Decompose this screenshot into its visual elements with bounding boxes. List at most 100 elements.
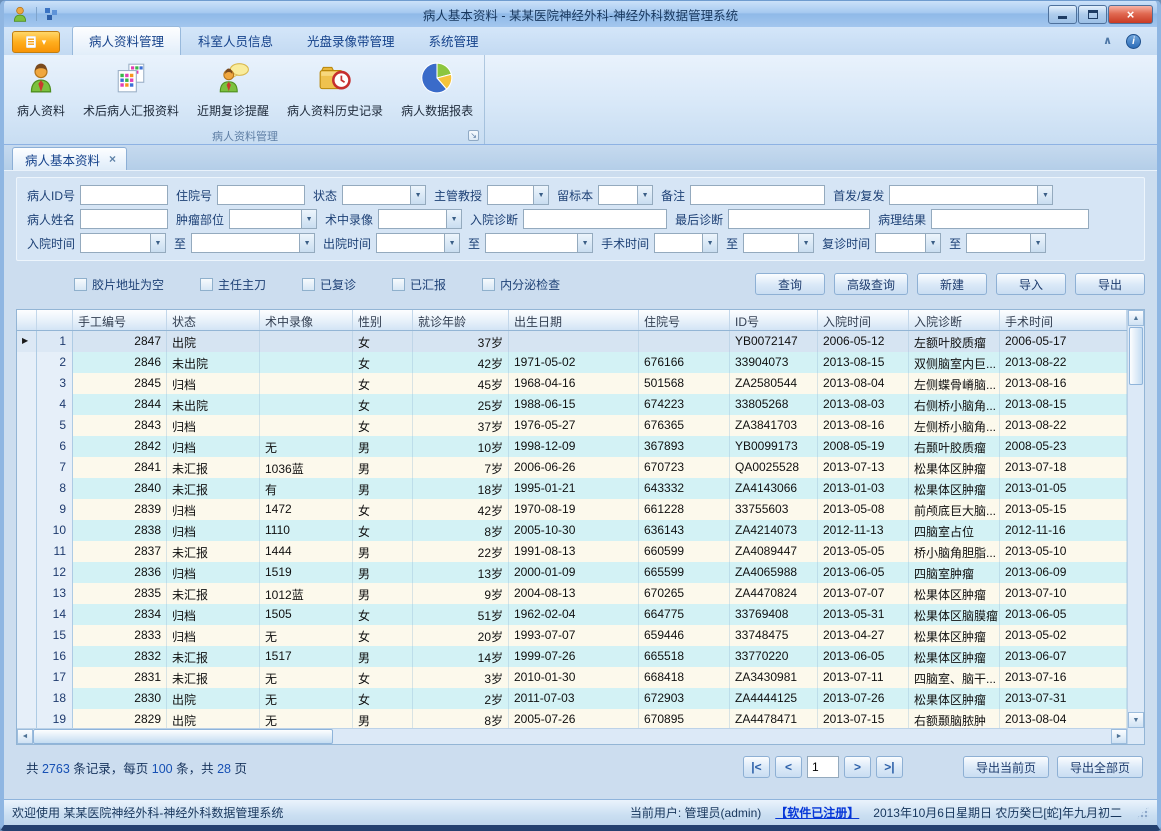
column-header-2[interactable]: 术中录像 <box>260 310 353 330</box>
table-row[interactable]: 32845归档女45岁1968-04-16501568ZA25805442013… <box>17 373 1127 394</box>
dropdown-arrow-icon[interactable]: ▼ <box>533 186 548 204</box>
ribbon-tab-patient-management[interactable]: 病人资料管理 <box>72 26 181 55</box>
dropdown-arrow-icon[interactable]: ▼ <box>702 234 717 252</box>
resize-grip-icon[interactable] <box>1136 806 1149 819</box>
final-diagnosis-input[interactable] <box>728 209 870 229</box>
export-all-pages-button[interactable]: 导出全部页 <box>1057 756 1143 778</box>
column-header-1[interactable]: 状态 <box>167 310 260 330</box>
pathology-result-input[interactable] <box>931 209 1089 229</box>
table-row[interactable]: 142834归档1505女51岁1962-02-0466477533769408… <box>17 604 1127 625</box>
checkbox-chief-surgeon[interactable]: 主任主刀 <box>200 276 266 293</box>
remarks-input[interactable] <box>690 185 825 205</box>
table-row[interactable]: 132835未汇报1012蓝男9岁2004-08-13670265ZA44708… <box>17 583 1127 604</box>
checkbox-box-icon[interactable] <box>200 278 213 291</box>
table-row[interactable]: 52843归档女37岁1976-05-27676365ZA38417032013… <box>17 415 1127 436</box>
table-row[interactable]: 122836归档1519男13岁2000-01-09665599ZA406598… <box>17 562 1127 583</box>
revisit-date-to-combo[interactable]: ▼ <box>966 233 1046 253</box>
revisit-date-from-combo[interactable]: ▼ <box>875 233 941 253</box>
discharge-date-to-combo[interactable]: ▼ <box>485 233 593 253</box>
table-row[interactable]: 152833归档无女20岁1993-07-0765944633748475201… <box>17 625 1127 646</box>
table-row[interactable]: 172831未汇报无女3岁2010-01-30668418ZA343098120… <box>17 667 1127 688</box>
admission-no-input[interactable] <box>217 185 305 205</box>
checkbox-box-icon[interactable] <box>74 278 87 291</box>
table-row[interactable]: 162832未汇报1517男14岁1999-07-266655183377022… <box>17 646 1127 667</box>
export-button[interactable]: 导出 <box>1075 273 1145 295</box>
ribbon-button-history-record[interactable]: 病人资料历史记录 <box>278 58 392 127</box>
table-row[interactable]: 92839归档1472女42岁1970-08-19661228337556032… <box>17 499 1127 520</box>
dropdown-arrow-icon[interactable]: ▼ <box>410 186 425 204</box>
minimize-button[interactable] <box>1048 5 1077 24</box>
horizontal-scroll-thumb[interactable] <box>33 729 333 744</box>
dropdown-arrow-icon[interactable]: ▼ <box>150 234 165 252</box>
table-row[interactable]: ▶12847出院女37岁YB00721472006-05-12左额叶胶质瘤200… <box>17 331 1127 352</box>
dropdown-arrow-icon[interactable]: ▼ <box>299 234 314 252</box>
dropdown-arrow-icon[interactable]: ▼ <box>1037 186 1052 204</box>
column-header-10[interactable]: 手术时间 <box>1000 310 1127 330</box>
checkbox-revisited[interactable]: 已复诊 <box>302 276 356 293</box>
surgery-date-to-combo[interactable]: ▼ <box>743 233 814 253</box>
dropdown-arrow-icon[interactable]: ▼ <box>577 234 592 252</box>
ribbon-button-data-report[interactable]: 病人数据报表 <box>392 58 482 127</box>
patient-id-input[interactable] <box>80 185 168 205</box>
status-combo[interactable]: ▼ <box>342 185 426 205</box>
dropdown-arrow-icon[interactable]: ▼ <box>637 186 652 204</box>
advanced-query-button[interactable]: 高级查询 <box>834 273 908 295</box>
admission-date-to-combo[interactable]: ▼ <box>191 233 315 253</box>
column-header-9[interactable]: 入院诊断 <box>909 310 1000 330</box>
dialog-launcher-icon[interactable]: ↘ <box>468 130 479 141</box>
checkbox-box-icon[interactable] <box>302 278 315 291</box>
ribbon-tab-disc-video-management[interactable]: 光盘录像带管理 <box>290 26 412 55</box>
checkbox-reported[interactable]: 已汇报 <box>392 276 446 293</box>
column-header-5[interactable]: 出生日期 <box>509 310 639 330</box>
export-current-page-button[interactable]: 导出当前页 <box>963 756 1049 778</box>
import-button[interactable]: 导入 <box>996 273 1066 295</box>
table-row[interactable]: 22846未出院女42岁1971-05-02676166339040732013… <box>17 352 1127 373</box>
ribbon-button-revisit-reminder[interactable]: 近期复诊提醒 <box>188 58 278 127</box>
checkbox-film-address-empty[interactable]: 胶片地址为空 <box>74 276 164 293</box>
dropdown-arrow-icon[interactable]: ▼ <box>1030 234 1045 252</box>
table-row[interactable]: 182830出院无女2岁2011-07-03672903ZA4444125201… <box>17 688 1127 709</box>
pager-last-button[interactable]: >| <box>876 756 903 778</box>
pager-first-button[interactable]: |< <box>743 756 770 778</box>
first-or-relapse-combo[interactable]: ▼ <box>889 185 1053 205</box>
column-header-8[interactable]: 入院时间 <box>818 310 909 330</box>
intraop-video-combo[interactable]: ▼ <box>378 209 462 229</box>
scroll-left-icon[interactable]: ◄ <box>17 729 33 744</box>
vertical-scroll-thumb[interactable] <box>1129 327 1143 385</box>
table-row[interactable]: 82840未汇报有男18岁1995-01-21643332ZA414306620… <box>17 478 1127 499</box>
close-button[interactable]: × <box>1108 5 1153 24</box>
patient-name-input[interactable] <box>80 209 168 229</box>
quick-access-layout-icon[interactable] <box>44 7 58 21</box>
horizontal-scroll-track[interactable] <box>333 729 1111 744</box>
ribbon-button-patient-info[interactable]: 病人资料 <box>8 58 74 127</box>
pager-prev-button[interactable]: < <box>775 756 802 778</box>
surgery-date-from-combo[interactable]: ▼ <box>654 233 718 253</box>
query-button[interactable]: 查询 <box>755 273 825 295</box>
vertical-scrollbar[interactable]: ▲ ▼ <box>1127 310 1144 744</box>
horizontal-scrollbar[interactable]: ◄ ► <box>17 728 1127 744</box>
discharge-date-from-combo[interactable]: ▼ <box>376 233 460 253</box>
status-registered-link[interactable]: 【软件已注册】 <box>775 804 859 821</box>
scroll-down-icon[interactable]: ▼ <box>1128 712 1144 728</box>
checkbox-box-icon[interactable] <box>482 278 495 291</box>
scroll-right-icon[interactable]: ► <box>1111 729 1127 744</box>
column-header-6[interactable]: 住院号 <box>639 310 730 330</box>
admission-date-from-combo[interactable]: ▼ <box>80 233 166 253</box>
table-row[interactable]: 192829出院无男8岁2005-07-26670895ZA4478471201… <box>17 709 1127 728</box>
pager-next-button[interactable]: > <box>844 756 871 778</box>
ribbon-tab-department-staff[interactable]: 科室人员信息 <box>181 26 290 55</box>
ribbon-button-postop-report[interactable]: 术后病人汇报资料 <box>74 58 188 127</box>
column-header-3[interactable]: 性别 <box>353 310 413 330</box>
table-row[interactable]: 42844未出院女25岁1988-06-15674223338052682013… <box>17 394 1127 415</box>
page-number-input[interactable] <box>807 756 839 778</box>
checkbox-endocrine-exam[interactable]: 内分泌检查 <box>482 276 560 293</box>
dropdown-arrow-icon[interactable]: ▼ <box>798 234 813 252</box>
ribbon-collapse-icon[interactable]: ∧ <box>1103 36 1112 47</box>
document-tab-patient-basic-info[interactable]: 病人基本资料 × <box>12 147 127 170</box>
dropdown-arrow-icon[interactable]: ▼ <box>925 234 940 252</box>
dropdown-arrow-icon[interactable]: ▼ <box>301 210 316 228</box>
table-row[interactable]: 112837未汇报1444男22岁1991-08-13660599ZA40894… <box>17 541 1127 562</box>
help-info-icon[interactable]: i <box>1126 34 1141 49</box>
table-row[interactable]: 102838归档1110女8岁2005-10-30636143ZA4214073… <box>17 520 1127 541</box>
app-logo-icon[interactable] <box>11 5 29 23</box>
